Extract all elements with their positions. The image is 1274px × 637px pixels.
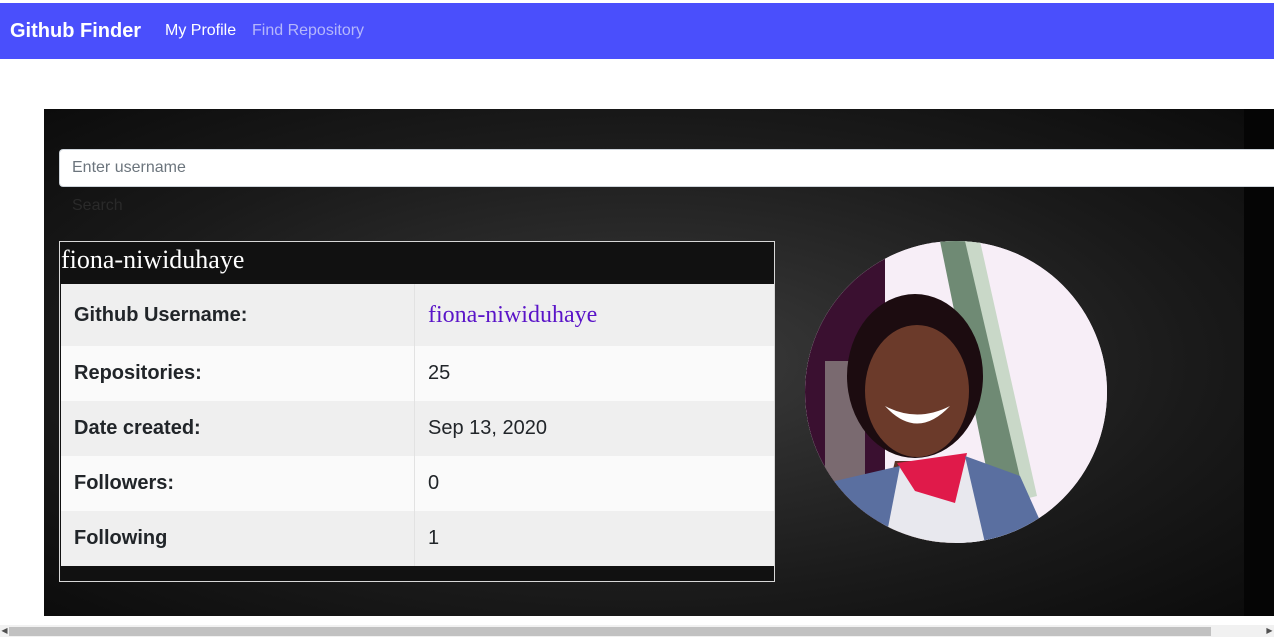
row-label: Github Username: — [61, 284, 415, 346]
row-label: Followers: — [61, 456, 415, 511]
table-row: Github Username: fiona-niwiduhaye — [61, 284, 774, 346]
row-label: Repositories: — [61, 346, 415, 401]
table-row: Repositories: 25 — [61, 346, 774, 401]
row-value: fiona-niwiduhaye — [414, 284, 774, 346]
github-username-link[interactable]: fiona-niwiduhaye — [428, 302, 597, 328]
table-row: Followers: 0 — [61, 456, 774, 511]
nav-link-find-repository[interactable]: Find Repository — [252, 22, 364, 40]
profile-card: fiona-niwiduhaye Github Username: fiona-… — [59, 241, 775, 582]
table-row: Following 1 — [61, 511, 774, 566]
navbar: Github Finder My Profile Find Repository — [0, 3, 1274, 59]
avatar-image — [805, 241, 1107, 543]
row-value: 0 — [414, 456, 774, 511]
profile-info-table: Github Username: fiona-niwiduhaye Reposi… — [61, 284, 774, 566]
row-value: Sep 13, 2020 — [414, 401, 774, 456]
row-value: 25 — [414, 346, 774, 401]
search-button[interactable]: Search — [60, 194, 135, 218]
horizontal-scrollbar[interactable]: ◀ ▶ — [0, 625, 1274, 637]
scroll-right-arrow-icon[interactable]: ▶ — [1265, 625, 1274, 637]
scrollbar-thumb[interactable] — [9, 627, 1211, 636]
row-label: Following — [61, 511, 415, 566]
username-search-input[interactable] — [59, 149, 1274, 187]
brand-logo[interactable]: Github Finder — [10, 20, 141, 43]
row-label: Date created: — [61, 401, 415, 456]
scroll-left-arrow-icon[interactable]: ◀ — [0, 625, 9, 637]
row-value: 1 — [414, 511, 774, 566]
avatar — [805, 241, 1107, 543]
profile-title: fiona-niwiduhaye — [61, 245, 245, 274]
nav-link-my-profile[interactable]: My Profile — [165, 22, 236, 40]
table-row: Date created: Sep 13, 2020 — [61, 401, 774, 456]
